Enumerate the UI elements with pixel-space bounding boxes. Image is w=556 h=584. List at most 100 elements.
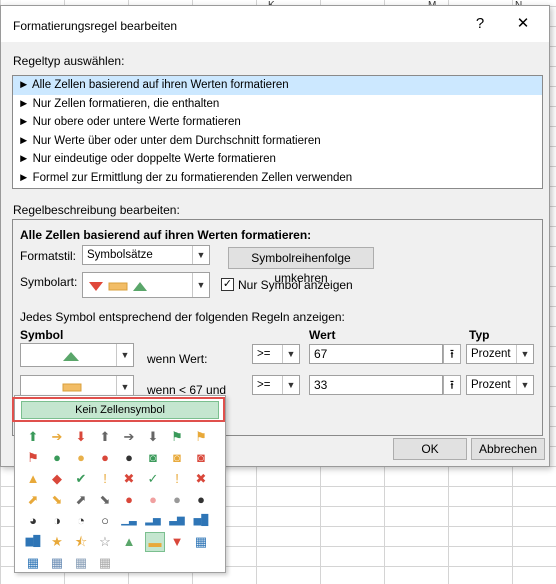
yellow-arrow-right-icon[interactable]: ➔ [49, 429, 65, 445]
rule1-operator: >= [257, 348, 271, 360]
rule1-value-input[interactable]: 67 [309, 344, 443, 364]
yellow-exclamation-icon[interactable]: ! [169, 471, 185, 487]
chevron-down-icon: ▼ [516, 376, 533, 394]
formatstil-select[interactable]: Symbolsätze ▼ [82, 245, 210, 265]
boxes-2-icon[interactable]: ▦ [49, 555, 65, 571]
yellow-arrow-down-right-icon[interactable]: ⬊ [49, 492, 65, 508]
red-triangle-down-icon[interactable]: ▼ [169, 534, 185, 550]
ok-button[interactable]: OK [393, 438, 467, 460]
boxes-0-icon[interactable]: ▦ [97, 555, 113, 571]
red-circle-icon[interactable]: ● [97, 450, 113, 466]
boxes-1-icon[interactable]: ▦ [73, 555, 89, 571]
description-heading: Alle Zellen basierend auf ihren Werten f… [20, 228, 312, 242]
chevron-down-icon: ▼ [516, 345, 533, 363]
star-half-icon[interactable]: ⯪ [73, 534, 89, 550]
green-traffic-light-icon[interactable]: ◙ [145, 450, 161, 466]
boxes-4-icon[interactable]: ▦ [193, 534, 209, 550]
ruletype-item[interactable]: ► Nur Zellen formatieren, die enthalten [13, 95, 542, 114]
half-circle-icon[interactable]: ◑ [49, 513, 65, 529]
ruletype-item[interactable]: ► Formel zur Ermittlung der zu formatier… [13, 169, 542, 188]
yellow-dash-selected-icon[interactable]: ▬ [145, 532, 165, 552]
rule1-condition: wenn Wert: [147, 352, 208, 366]
col-wert-header: Wert [309, 328, 336, 342]
rule2-type-select[interactable]: Prozent ▼ [466, 375, 534, 395]
help-button[interactable]: ? [469, 14, 491, 34]
only-icon-checkbox[interactable]: ✓ [221, 278, 234, 291]
rule2-operator: >= [257, 379, 271, 391]
green-check-circle-icon[interactable]: ✔ [73, 471, 89, 487]
green-arrow-up-icon[interactable]: ⬆ [25, 429, 41, 445]
chevron-down-icon: ▼ [116, 344, 133, 366]
signal-bars-4-icon[interactable]: ▅█ [193, 513, 209, 529]
quarter-circle-1-icon[interactable]: ◔ [73, 513, 89, 529]
signal-bars-3-icon[interactable]: ▃▆ [169, 513, 185, 529]
green-check-icon[interactable]: ✓ [145, 471, 161, 487]
highlight-frame [12, 397, 225, 422]
dialog-titlebar: Formatierungsregel bearbeiten ? ✕ [1, 6, 549, 42]
rules-label: Jedes Symbol entsprechend der folgenden … [20, 310, 345, 324]
gray-arrow-down-right-icon[interactable]: ⬊ [97, 492, 113, 508]
icon-set-preview-icon [89, 282, 147, 291]
red-traffic-light-icon[interactable]: ◙ [193, 450, 209, 466]
gray-arrow-down-icon[interactable]: ⬇ [145, 429, 161, 445]
gray-arrow-up-icon[interactable]: ⬆ [97, 429, 113, 445]
chevron-down-icon: ▼ [192, 273, 209, 297]
red-x-icon[interactable]: ✖ [193, 471, 209, 487]
formatstil-value: Symbolsätze [87, 249, 153, 261]
col-symbol-header: Symbol [20, 328, 64, 342]
black-circle-icon[interactable]: ● [121, 450, 137, 466]
rule2-type: Prozent [471, 379, 511, 391]
quarter-circle-3-icon[interactable]: ◕ [25, 513, 41, 529]
rule1-type-select[interactable]: Prozent ▼ [466, 344, 534, 364]
yellow-exclamation-circle-icon[interactable]: ! [97, 471, 113, 487]
ruletype-item[interactable]: ► Nur obere oder untere Werte formatiere… [13, 113, 542, 132]
black-circle-2-icon[interactable]: ● [193, 492, 209, 508]
green-circle-icon[interactable]: ● [49, 450, 65, 466]
empty-circle-icon[interactable]: ○ [97, 513, 113, 529]
ruletype-label: Regeltyp auswählen: [13, 54, 125, 68]
close-button[interactable]: ✕ [512, 14, 534, 34]
star-full-icon[interactable]: ★ [49, 534, 65, 550]
yellow-arrow-up-right-icon[interactable]: ⬈ [25, 492, 41, 508]
signal-bars-2-icon[interactable]: ▂▅ [145, 513, 161, 529]
yellow-traffic-light-icon[interactable]: ◙ [169, 450, 185, 466]
ruletype-item[interactable]: ► Alle Zellen basierend auf ihren Werten… [13, 76, 542, 95]
rule2-value-input[interactable]: 33 [309, 375, 443, 395]
chevron-down-icon: ▼ [192, 246, 209, 264]
red-x-circle-icon[interactable]: ✖ [121, 471, 137, 487]
yellow-dash-icon [62, 383, 82, 392]
rule2-cell-ref-icon[interactable]: ⭱ [443, 375, 461, 395]
rule1-cell-ref-icon[interactable]: ⭱ [443, 344, 461, 364]
ruletype-item[interactable]: ► Nur eindeutige oder doppelte Werte for… [13, 150, 542, 169]
red-arrow-down-icon[interactable]: ⬇ [73, 429, 89, 445]
star-empty-icon[interactable]: ☆ [97, 534, 113, 550]
pink-circle-icon[interactable]: ● [145, 492, 161, 508]
rule1-type: Prozent [471, 348, 511, 360]
rule1-operator-select[interactable]: >= ▼ [252, 344, 300, 364]
cancel-button[interactable]: Abbrechen [471, 438, 545, 460]
ruletype-item[interactable]: ► Nur Werte über oder unter dem Durchsch… [13, 132, 542, 151]
yellow-circle-icon[interactable]: ● [73, 450, 89, 466]
description-label: Regelbeschreibung bearbeiten: [13, 203, 180, 217]
gray-circle-icon[interactable]: ● [169, 492, 185, 508]
only-icon-label: Nur Symbol anzeigen [238, 278, 353, 292]
yellow-flag-icon[interactable]: ⚑ [193, 429, 209, 445]
boxes-3-icon[interactable]: ▦ [25, 555, 41, 571]
symbolart-label: Symbolart: [20, 275, 78, 289]
gray-arrow-up-right-icon[interactable]: ⬈ [73, 492, 89, 508]
gray-arrow-right-icon[interactable]: ➔ [121, 429, 137, 445]
red-diamond-icon[interactable]: ◆ [49, 471, 65, 487]
rule1-symbol-select[interactable]: ▼ [20, 343, 134, 367]
signal-bars-full-icon[interactable]: ▆█ [25, 534, 41, 550]
yellow-triangle-icon[interactable]: ▲ [25, 471, 41, 487]
signal-bars-1-icon[interactable]: ▁▃ [121, 513, 137, 529]
green-flag-icon[interactable]: ⚑ [169, 429, 185, 445]
ruletype-list[interactable]: ► Alle Zellen basierend auf ihren Werten… [12, 75, 543, 189]
red-circle-dark-icon[interactable]: ● [121, 492, 137, 508]
green-triangle-icon[interactable]: ▲ [121, 534, 137, 550]
rule2-operator-select[interactable]: >= ▼ [252, 375, 300, 395]
chevron-down-icon: ▼ [282, 345, 299, 363]
red-flag-icon[interactable]: ⚑ [25, 450, 41, 466]
symbolart-select[interactable]: ▼ [82, 272, 210, 298]
reverse-icon-order-button[interactable]: Symbolreihenfolge umkehren [228, 247, 374, 285]
